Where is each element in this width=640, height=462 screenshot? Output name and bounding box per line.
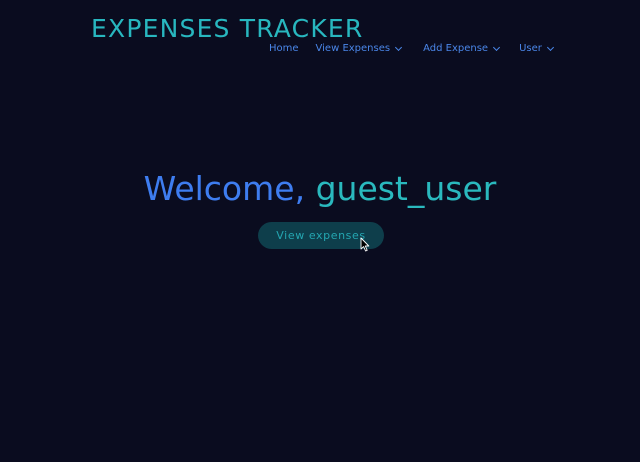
chevron-down-icon bbox=[546, 43, 554, 51]
page: EXPENSES TRACKER Home View Expenses Add … bbox=[0, 0, 640, 462]
username: guest_user bbox=[315, 169, 497, 208]
nav-home[interactable]: Home bbox=[269, 43, 299, 54]
brand-title[interactable]: EXPENSES TRACKER bbox=[91, 13, 363, 45]
nav-add-expense-label: Add Expense bbox=[423, 43, 489, 54]
nav-view-expenses[interactable]: View Expenses bbox=[315, 43, 403, 54]
nav-user[interactable]: User bbox=[519, 43, 554, 54]
welcome-prefix: Welcome, bbox=[143, 169, 306, 208]
welcome-heading: Welcome, guest_user bbox=[0, 168, 640, 210]
nav-user-label: User bbox=[519, 43, 542, 54]
chevron-down-icon bbox=[395, 43, 403, 51]
nav-add-expense[interactable]: Add Expense bbox=[423, 43, 501, 54]
mouse-pointer-icon bbox=[360, 237, 370, 252]
chevron-down-icon bbox=[493, 43, 501, 51]
nav-view-expenses-label: View Expenses bbox=[315, 43, 391, 54]
top-nav: Home View Expenses Add Expense User bbox=[269, 43, 554, 54]
nav-home-label: Home bbox=[269, 43, 299, 54]
